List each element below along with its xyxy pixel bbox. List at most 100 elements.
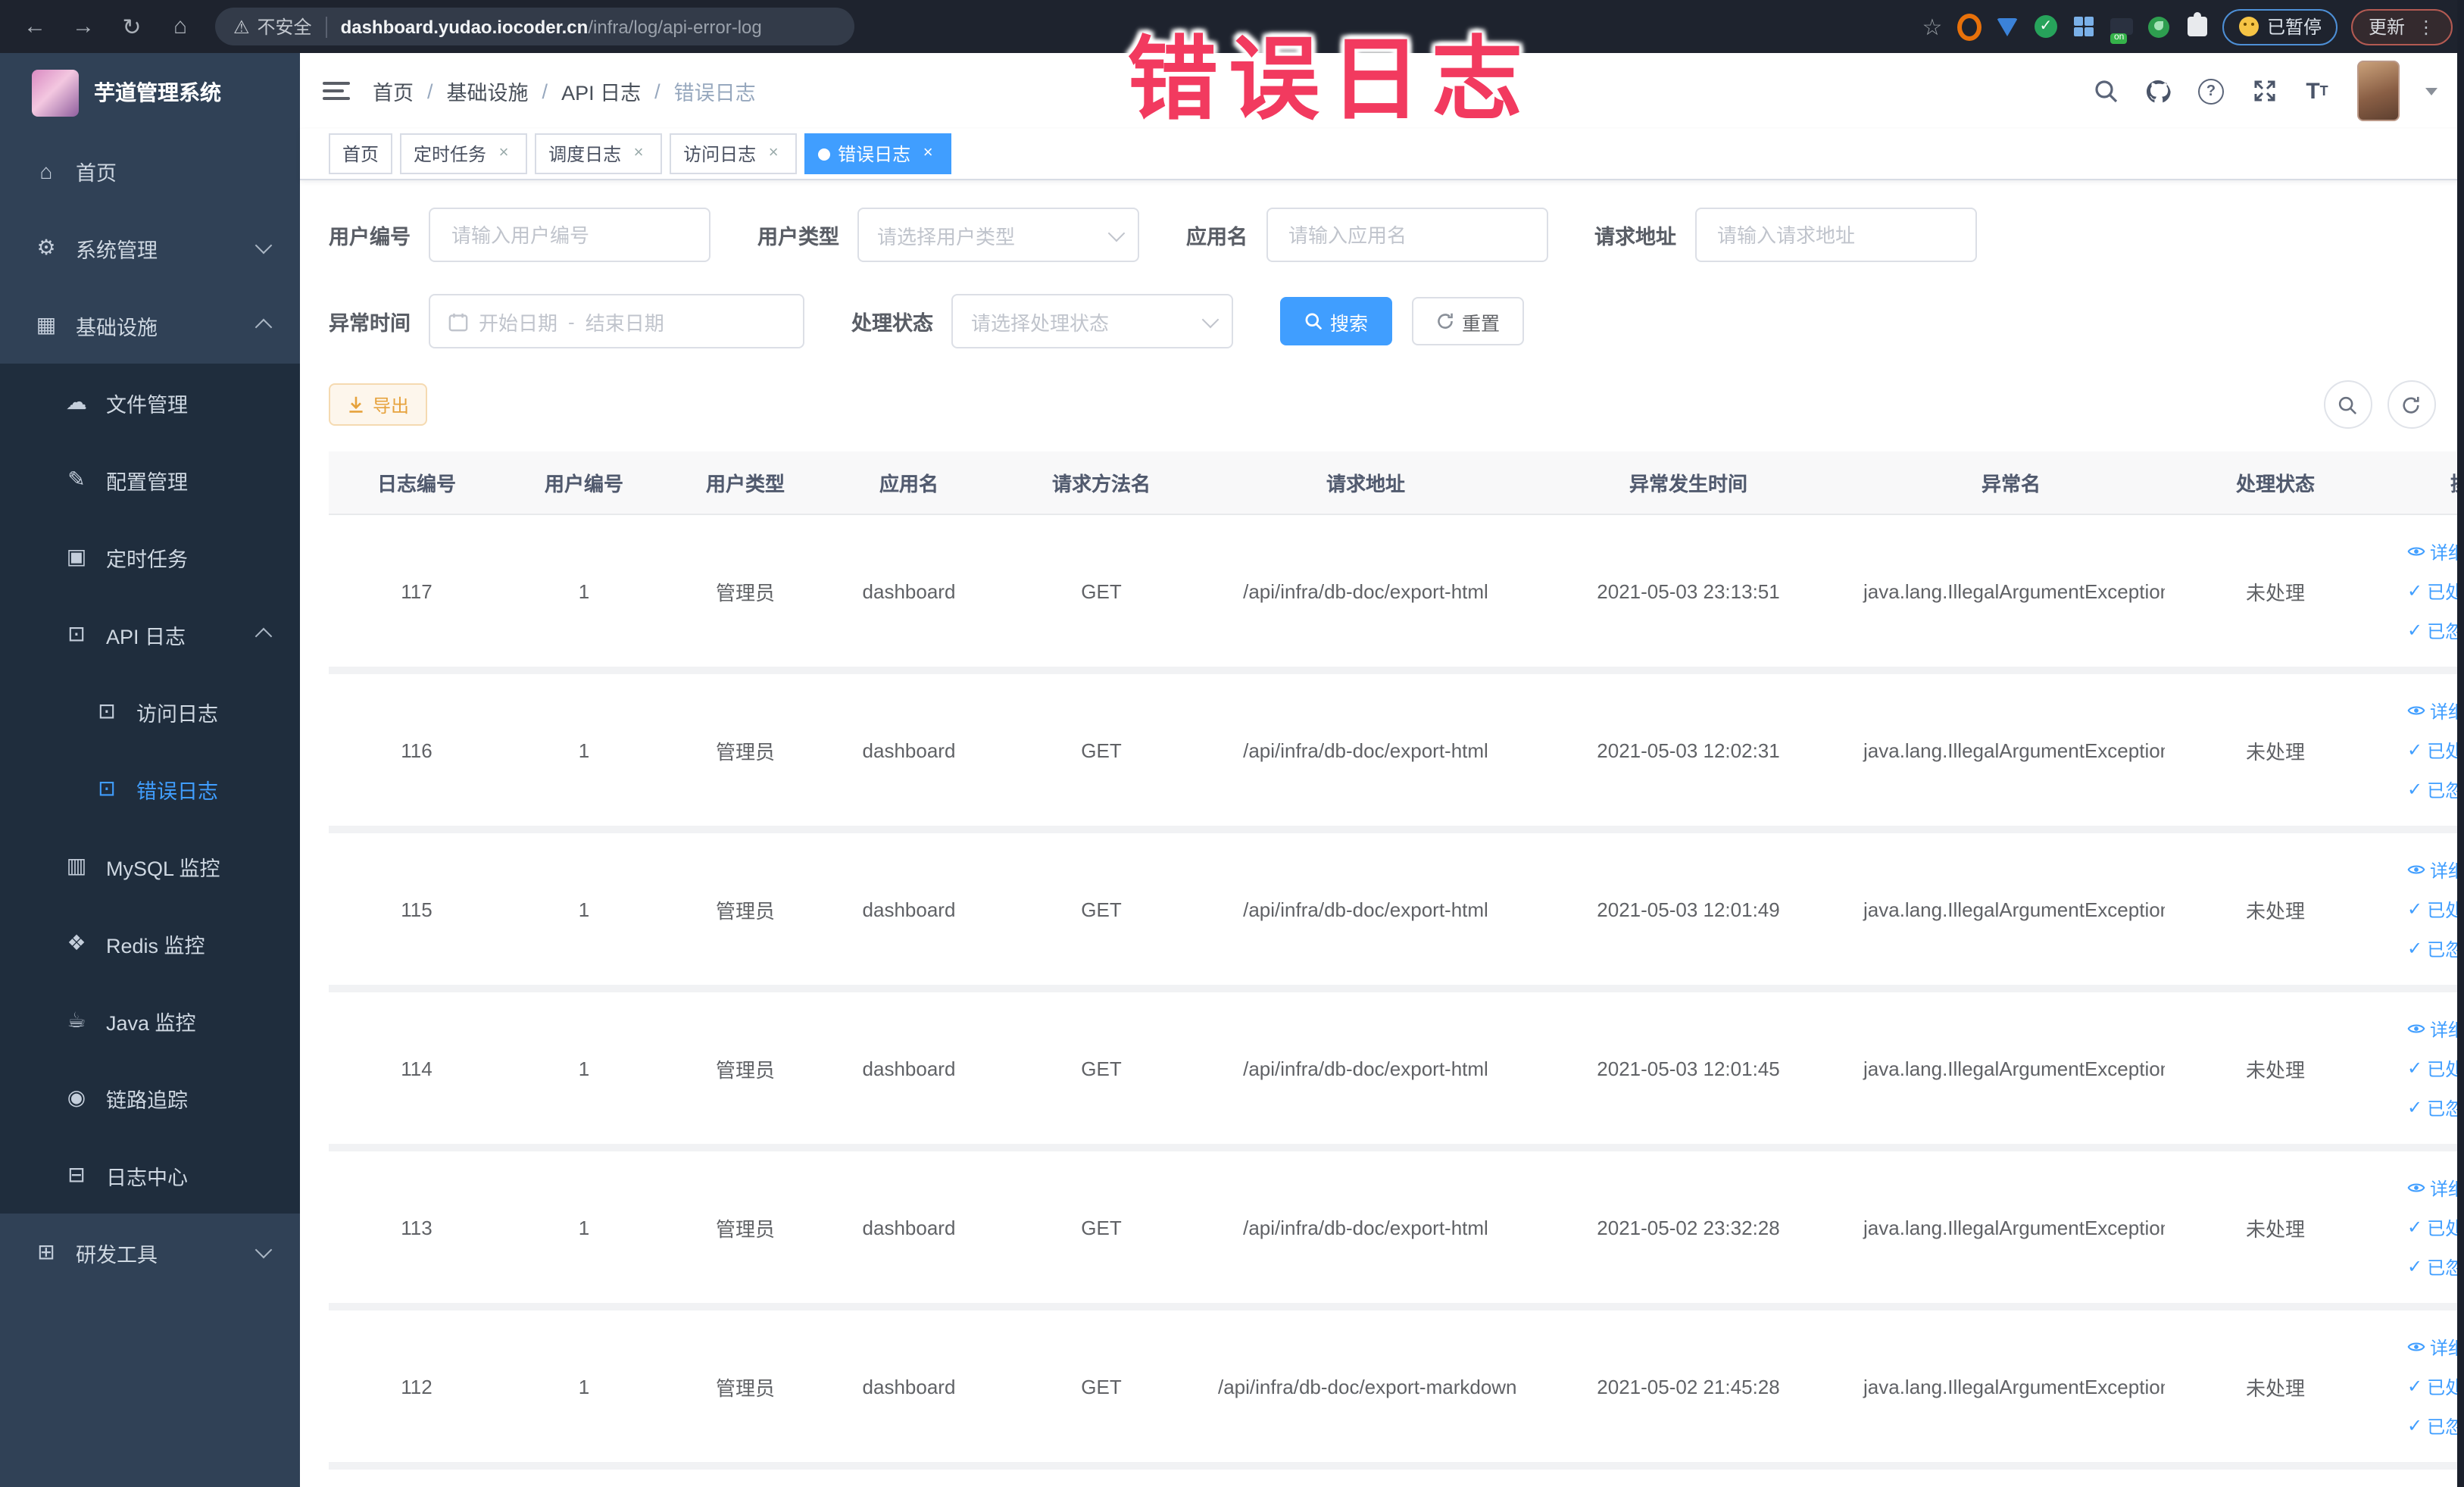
ignored-action-link[interactable]: ✓已忽略 [2407, 776, 2464, 802]
column-header-0: 日志编号 [329, 451, 504, 515]
date-range-picker[interactable]: 开始日期 - 结束日期 [429, 294, 804, 348]
cell-url: /api/infra/db-doc/export-html [1212, 989, 1519, 1151]
breadcrumb-item-2[interactable]: API 日志 [561, 76, 641, 106]
sidebar-item-1[interactable]: ⚙ 系统管理 [0, 209, 300, 286]
detail-action-link[interactable]: 详细 [2407, 539, 2464, 564]
browser-reload-icon[interactable]: ↻ [118, 13, 145, 40]
tag-close-icon[interactable]: × [764, 144, 783, 164]
paused-pill[interactable]: 已暂停 [2222, 8, 2338, 45]
sidebar-item-2[interactable]: ▦ 基础设施 [0, 286, 300, 364]
detail-action-link[interactable]: 详细 [2407, 698, 2464, 723]
sidebar-item-9[interactable]: ▥ MySQL 监控 [0, 827, 300, 904]
sidebar-item-11[interactable]: ☕ Java 监控 [0, 982, 300, 1059]
sidebar-item-5[interactable]: ▣ 定时任务 [0, 518, 300, 595]
app-name-input-wrap [1266, 208, 1547, 262]
ignored-action-link[interactable]: ✓已忽略 [2407, 1413, 2464, 1439]
tag-close-icon[interactable]: × [494, 144, 514, 164]
cell-time: 2021-05-03 23:13:51 [1519, 514, 1857, 674]
refresh-table-button[interactable] [2387, 380, 2435, 429]
app-name-label: 应用名 [1186, 226, 1248, 248]
detail-action-link[interactable]: 详细 [2407, 1334, 2464, 1360]
sidebar-collapse-icon[interactable] [323, 77, 350, 105]
extension-on-badge-icon[interactable] [2110, 14, 2134, 39]
show-search-toggle-button[interactable] [2323, 380, 2372, 429]
bookmark-star-icon[interactable]: ☆ [1920, 14, 1944, 40]
ignored-action-link[interactable]: ✓已忽略 [2407, 1095, 2464, 1120]
ignored-action-link[interactable]: ✓已忽略 [2407, 617, 2464, 643]
processed-action-link[interactable]: ✓已处理 [2407, 737, 2464, 763]
sidebar-item-10[interactable]: ❖ Redis 监控 [0, 904, 300, 982]
github-icon[interactable] [2144, 77, 2172, 105]
tag-3[interactable]: 访问日志 × [670, 133, 798, 174]
browser-back-icon[interactable]: ← [21, 14, 48, 39]
export-button[interactable]: 导出 [329, 383, 428, 426]
cell-status: 未处理 [2165, 1307, 2386, 1470]
processed-action-link[interactable]: ✓已处理 [2407, 1373, 2464, 1399]
ignored-action-link[interactable]: ✓已忽略 [2407, 1254, 2464, 1279]
update-button[interactable]: 更新 ⋮ [2351, 8, 2452, 45]
extension-sprout-icon[interactable] [2147, 14, 2172, 39]
sidebar-item-3[interactable]: ☁ 文件管理 [0, 364, 300, 441]
user-id-input[interactable] [448, 222, 691, 248]
sidebar-item-14[interactable]: ⊞ 研发工具 [0, 1214, 300, 1291]
breadcrumb-item-0[interactable]: 首页 [373, 76, 414, 106]
detail-action-link[interactable]: 详细 [2407, 1175, 2464, 1201]
tag-close-icon[interactable]: × [918, 144, 938, 164]
sidebar-item-0[interactable]: ⌂ 首页 [0, 132, 300, 209]
cell-exception: java.lang.IllegalArgumentException [1857, 670, 2165, 833]
browser-home-icon[interactable]: ⌂ [167, 14, 194, 39]
processed-action-link[interactable]: ✓已处理 [2407, 896, 2464, 922]
extension-grid-icon[interactable] [2072, 14, 2096, 39]
processed-action-link[interactable]: ✓已处理 [2407, 578, 2464, 604]
breadcrumb-item-3: 错误日志 [673, 82, 756, 105]
app-title: 芋道管理系统 [94, 80, 221, 105]
extension-blue-shield-icon[interactable] [1996, 14, 2020, 39]
browser-menu-kebab-icon[interactable]: ⋮ [2417, 16, 2435, 37]
tag-0[interactable]: 首页 [329, 133, 393, 174]
tag-close-icon[interactable]: × [629, 144, 648, 164]
sidebar-item-4[interactable]: ✎ 配置管理 [0, 441, 300, 518]
not-secure-label: 不安全 [257, 17, 312, 38]
tag-4[interactable]: 错误日志 × [804, 133, 952, 174]
help-icon[interactable]: ? [2197, 77, 2225, 105]
user-avatar[interactable] [2356, 61, 2399, 121]
tag-1[interactable]: 定时任务 × [400, 133, 528, 174]
eye-icon [2407, 547, 2425, 556]
sidebar-item-8[interactable]: ⊡ 错误日志 [0, 750, 300, 827]
extension-orange-ring-icon[interactable] [1957, 13, 1982, 40]
table-row: 114 1 管理员 dashboard GET/api/infra/db-doc/exp… [329, 989, 2464, 1151]
detail-action-link[interactable]: 详细 [2407, 857, 2464, 883]
app-logo-row[interactable]: 芋道管理系统 [0, 53, 300, 132]
process-status-select[interactable]: 请选择处理状态 [951, 294, 1233, 348]
processed-action-link[interactable]: ✓已处理 [2407, 1055, 2464, 1081]
process-status-label: 处理状态 [851, 312, 933, 335]
font-size-icon[interactable]: TT [2303, 77, 2331, 105]
tag-2[interactable]: 调度日志 × [535, 133, 663, 174]
extensions-puzzle-icon[interactable] [2185, 14, 2209, 39]
browser-forward-icon[interactable]: → [70, 14, 97, 39]
sidebar-item-label: 链路追踪 [106, 1089, 188, 1111]
processed-action-link[interactable]: ✓已处理 [2407, 1214, 2464, 1240]
request-url-input[interactable] [1714, 222, 1957, 248]
sidebar-item-13[interactable]: ⊟ 日志中心 [0, 1136, 300, 1214]
eye-icon [2407, 1183, 2425, 1192]
sidebar-item-7[interactable]: ⊡ 访问日志 [0, 673, 300, 750]
address-bar[interactable]: ⚠ 不安全 dashboard.yudao.iocoder.cn/infra/l… [215, 8, 854, 45]
ignored-action-link[interactable]: ✓已忽略 [2407, 936, 2464, 961]
extension-green-check-icon[interactable]: ✓ [2034, 14, 2058, 39]
app-name-input[interactable] [1285, 222, 1528, 248]
breadcrumb-item-1[interactable]: 基础设施 [447, 76, 529, 106]
reset-button[interactable]: 重置 [1412, 297, 1525, 345]
user-menu-caret-icon[interactable] [2425, 87, 2437, 95]
cell-actions: 详细 ✓已处理 ✓已忽略 [2386, 670, 2464, 833]
sidebar-item-6[interactable]: ⊡ API 日志 [0, 595, 300, 673]
search-icon[interactable] [2091, 77, 2119, 105]
cell-time: 2021-05-03 12:01:45 [1519, 989, 1857, 1151]
download-icon [349, 396, 363, 413]
detail-action-link[interactable]: 详细 [2407, 1016, 2464, 1042]
search-button[interactable]: 搜索 [1280, 297, 1393, 345]
fullscreen-icon[interactable] [2250, 77, 2278, 105]
cell-user_type: 管理员 [664, 514, 827, 674]
sidebar-item-12[interactable]: ◉ 链路追踪 [0, 1059, 300, 1136]
user-type-select[interactable]: 请选择用户类型 [857, 208, 1139, 262]
